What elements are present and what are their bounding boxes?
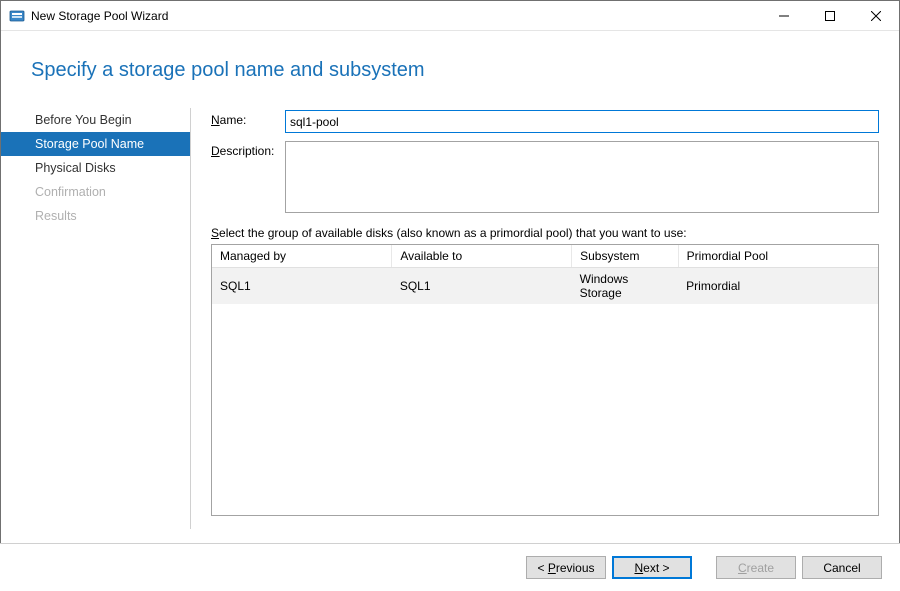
maximize-button[interactable]	[807, 1, 853, 30]
step-before-you-begin[interactable]: Before You Begin	[1, 108, 191, 132]
description-input[interactable]	[285, 141, 879, 213]
close-button[interactable]	[853, 1, 899, 30]
cancel-button[interactable]: Cancel	[802, 556, 882, 579]
form-area: Name: /* fix: replace label with proper …	[191, 102, 899, 516]
next-button[interactable]: Next >	[612, 556, 692, 579]
wizard-steps-sidebar: Before You Begin Storage Pool Name Physi…	[1, 102, 191, 516]
page-heading: Specify a storage pool name and subsyste…	[1, 31, 899, 102]
content-area: Before You Begin Storage Pool Name Physi…	[1, 102, 899, 516]
table-row[interactable]: SQL1 SQL1 Windows Storage Primordial	[212, 268, 878, 305]
previous-button[interactable]: < Previous	[526, 556, 606, 579]
col-available-to[interactable]: Available to	[392, 245, 572, 268]
cell-managed-by: SQL1	[212, 268, 392, 305]
name-label: Name:	[211, 110, 285, 133]
col-primordial[interactable]: Primordial Pool	[678, 245, 878, 268]
window-title: New Storage Pool Wizard	[31, 9, 761, 23]
step-storage-pool-name[interactable]: Storage Pool Name	[1, 132, 191, 156]
name-row: Name: /* fix: replace label with proper …	[211, 110, 879, 133]
app-icon	[9, 8, 25, 24]
name-input[interactable]	[285, 110, 879, 133]
create-button: Create	[716, 556, 796, 579]
col-subsystem[interactable]: Subsystem	[572, 245, 679, 268]
description-label: Description:	[211, 141, 285, 216]
cell-primordial: Primordial	[678, 268, 878, 305]
step-results: Results	[1, 204, 191, 228]
cell-subsystem: Windows Storage	[572, 268, 679, 305]
window-controls	[761, 1, 899, 30]
step-physical-disks[interactable]: Physical Disks	[1, 156, 191, 180]
disk-group-label: Select the group of available disks (als…	[211, 226, 879, 240]
disk-group-table[interactable]: Managed by Available to Subsystem Primor…	[211, 244, 879, 516]
step-confirmation: Confirmation	[1, 180, 191, 204]
wizard-footer: < Previous Next > Create Cancel	[0, 543, 900, 591]
col-managed-by[interactable]: Managed by	[212, 245, 392, 268]
description-row: Description:	[211, 141, 879, 216]
minimize-button[interactable]	[761, 1, 807, 30]
titlebar: New Storage Pool Wizard	[1, 1, 899, 31]
table-header-row: Managed by Available to Subsystem Primor…	[212, 245, 878, 268]
cell-available-to: SQL1	[392, 268, 572, 305]
